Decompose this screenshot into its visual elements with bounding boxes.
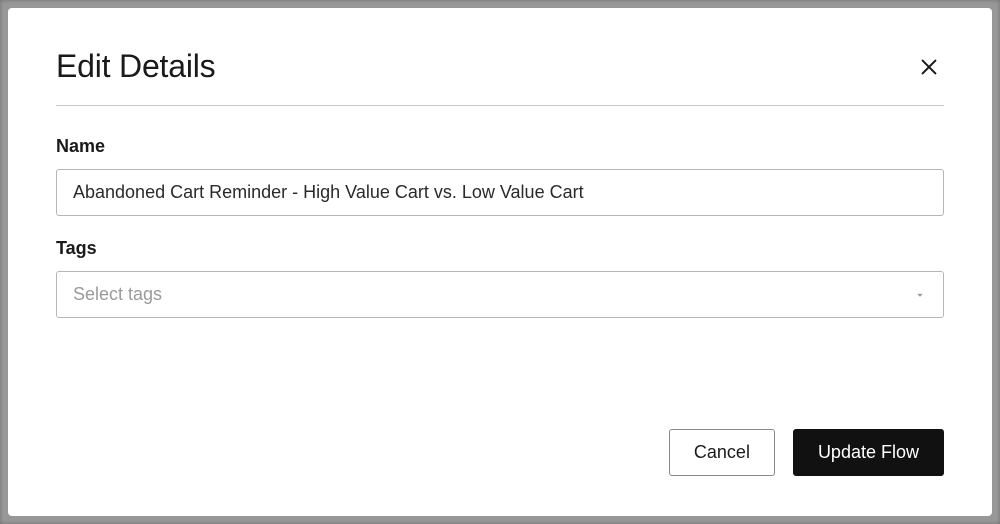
modal-footer: Cancel Update Flow <box>56 399 944 476</box>
name-label: Name <box>56 136 944 157</box>
tags-field-group: Tags Select tags <box>56 238 944 318</box>
name-input[interactable] <box>56 169 944 216</box>
edit-details-modal: Edit Details Name Tags Select tags <box>8 8 992 516</box>
close-button[interactable] <box>914 52 944 82</box>
update-flow-button[interactable]: Update Flow <box>793 429 944 476</box>
modal-title: Edit Details <box>56 48 215 85</box>
divider <box>56 105 944 106</box>
close-icon <box>918 56 940 78</box>
tags-label: Tags <box>56 238 944 259</box>
tags-select[interactable]: Select tags <box>56 271 944 318</box>
cancel-button[interactable]: Cancel <box>669 429 775 476</box>
modal-overlay: Edit Details Name Tags Select tags <box>0 0 1000 524</box>
tags-select-wrapper: Select tags <box>56 271 944 318</box>
modal-header: Edit Details <box>56 48 944 85</box>
tags-placeholder: Select tags <box>73 284 162 305</box>
name-field-group: Name <box>56 136 944 216</box>
chevron-down-icon <box>913 288 927 302</box>
